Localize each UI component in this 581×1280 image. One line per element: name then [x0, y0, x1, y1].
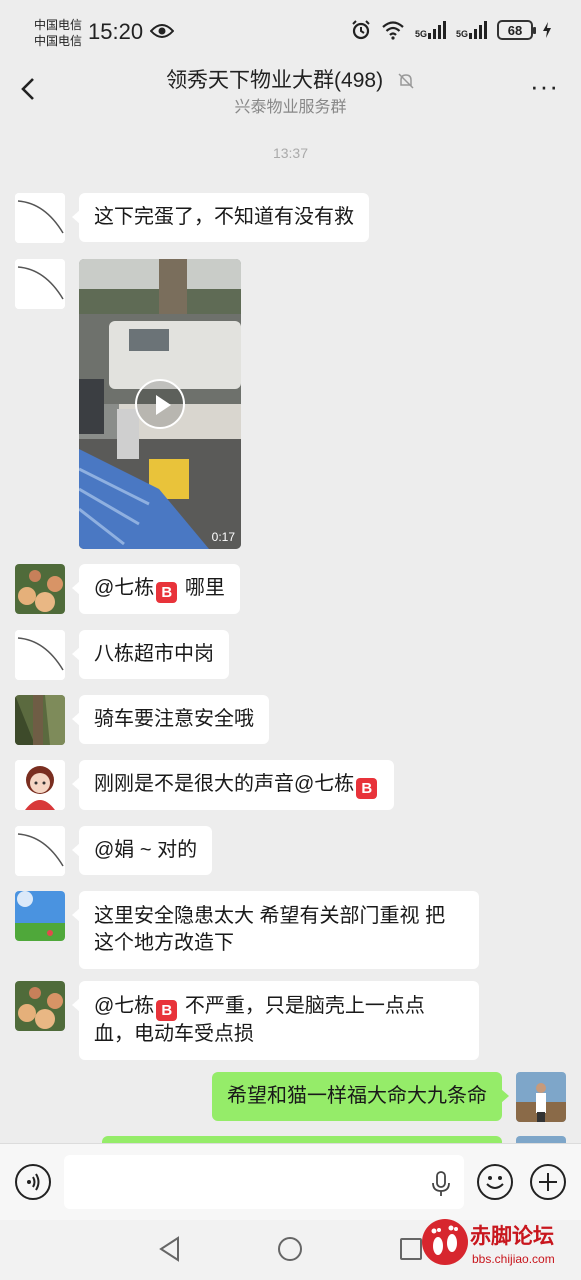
wifi-icon: [382, 21, 404, 40]
signal-2: 5G: [456, 21, 487, 39]
watermark-title: 赤脚论坛: [470, 1225, 554, 1248]
video-message[interactable]: 0:17: [79, 259, 241, 549]
message-bubble[interactable]: @七栋 B 不严重，只是脑壳上一点点血，电动车受点损: [72, 981, 479, 1060]
message-bubble[interactable]: @七栋 B 哪里: [72, 564, 240, 614]
carrier-2: 中国电信: [34, 34, 83, 48]
chat-subtitle: 兴泰物业服务群: [234, 99, 347, 116]
watermark-url: bbs.chijiao.com: [472, 1252, 555, 1266]
footprint-logo-icon: [422, 1219, 468, 1265]
more-button[interactable]: ···: [530, 73, 559, 99]
message-bubble[interactable]: @娟 ~ 对的: [71, 826, 213, 875]
avatar[interactable]: [516, 1072, 566, 1122]
message-bubble[interactable]: 刚刚是不是很大的声音@七栋 B: [71, 760, 395, 810]
signal-bars-icon: [427, 21, 446, 39]
avatar[interactable]: [15, 891, 65, 941]
avatar-moss-icon: [15, 695, 65, 745]
avatar[interactable]: [15, 259, 65, 309]
avatar[interactable]: [15, 630, 65, 680]
avatar[interactable]: [15, 826, 65, 876]
b-badge-icon: B: [356, 778, 378, 799]
message-bubble[interactable]: 这里安全隐患太大 希望有关部门重视 把这个地方改造下: [72, 891, 479, 969]
avatar-peaches-icon: [15, 564, 65, 614]
message-bubble[interactable]: 这下完蛋了，不知道有没有救: [72, 193, 369, 242]
message-bubble[interactable]: 骑车要注意安全哦: [72, 695, 269, 744]
avatar-line-icon: [15, 826, 65, 876]
avatar[interactable]: [15, 981, 65, 1031]
message-bubble[interactable]: 八栋超市中岗: [72, 630, 229, 679]
eye-comfort-icon: [150, 24, 174, 38]
avatar-line-icon: [15, 630, 65, 680]
outgoing-message-item: 希望和猫一样福大命大九条命: [6, 1072, 566, 1122]
clock: 15:20: [88, 19, 144, 44]
avatar-sky-icon: [15, 891, 65, 941]
signal-bars-icon: [469, 21, 487, 39]
timestamp: 13:37: [272, 145, 309, 161]
avatar[interactable]: [15, 564, 65, 614]
play-icon[interactable]: [135, 379, 185, 429]
message-text: 刚刚是不是很大的声音@七栋: [94, 773, 355, 795]
nav-home-icon[interactable]: [278, 1237, 302, 1261]
alarm-icon: [352, 20, 370, 40]
charging-icon: [543, 22, 551, 38]
nav-back-icon[interactable]: [158, 1236, 182, 1262]
network-type-2: 5G: [455, 29, 468, 39]
avatar[interactable]: [15, 760, 65, 810]
video-duration: 0:17: [211, 530, 235, 544]
plus-button[interactable]: [530, 1164, 566, 1200]
voice-wave-icon: [27, 1173, 40, 1191]
input-bar: [0, 1143, 581, 1220]
avatar[interactable]: [15, 193, 65, 243]
voice-input-button[interactable]: [15, 1164, 51, 1200]
chat-header: 领秀天下物业大群(498) 兴泰物业服务群 ···: [0, 60, 581, 120]
avatar-person-icon: [516, 1072, 566, 1122]
message-bubble[interactable]: 希望和猫一样福大命大九条命: [212, 1072, 509, 1121]
avatar-peaches-icon: [15, 981, 65, 1031]
avatar-girl-icon: [15, 760, 65, 810]
smiley-icon: [486, 1176, 504, 1189]
status-bar: 中国电信 中国电信 15:20 5G 5G 68: [0, 0, 581, 60]
avatar-line-icon: [15, 193, 65, 243]
microphone-icon[interactable]: [430, 1171, 452, 1197]
avatar[interactable]: [15, 695, 65, 745]
forum-watermark: 赤脚论坛 bbs.chijiao.com: [418, 1216, 581, 1280]
battery-indicator: 68: [497, 20, 536, 40]
emoji-button[interactable]: [477, 1164, 513, 1200]
carrier-label: 中国电信 中国电信: [34, 17, 82, 49]
message-input[interactable]: [64, 1155, 464, 1209]
network-type-1: 5G: [414, 29, 427, 39]
signal-1: 5G: [415, 21, 446, 39]
footprint-icon: [431, 1225, 458, 1255]
mute-bell-icon: [398, 73, 414, 89]
chat-title-row: 领秀天下物业大群(498): [0, 64, 581, 94]
chat-title: 领秀天下物业大群(498): [166, 69, 384, 92]
mention-text: @七栋: [94, 995, 155, 1017]
message-text: 哪里: [179, 577, 225, 599]
carrier-1: 中国电信: [34, 18, 83, 32]
mention-text: @七栋: [94, 577, 155, 599]
system-icons: 5G 5G 68: [351, 20, 551, 40]
avatar-line-icon: [15, 259, 65, 309]
b-badge-icon: B: [156, 582, 178, 603]
b-badge-icon: B: [156, 1000, 178, 1021]
